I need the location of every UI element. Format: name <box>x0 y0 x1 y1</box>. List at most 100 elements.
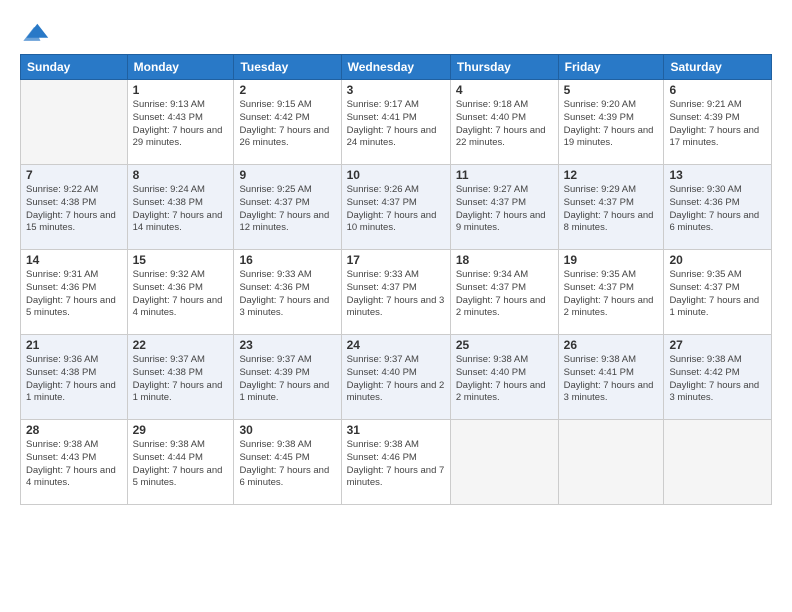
calendar-day-cell: 24 Sunrise: 9:37 AMSunset: 4:40 PMDayligh… <box>341 335 450 420</box>
day-number: 17 <box>347 253 445 267</box>
day-number: 10 <box>347 168 445 182</box>
day-detail: Sunrise: 9:37 AMSunset: 4:40 PMDaylight:… <box>347 354 445 405</box>
calendar-day-cell: 6 Sunrise: 9:21 AMSunset: 4:39 PMDaylight… <box>664 80 772 165</box>
day-detail: Sunrise: 9:24 AMSunset: 4:38 PMDaylight:… <box>133 184 229 235</box>
calendar-day-cell: 8Sunrise: 9:24 AMSunset: 4:38 PMDaylight… <box>127 165 234 250</box>
day-detail: Sunrise: 9:29 AMSunset: 4:37 PMDaylight:… <box>564 184 659 235</box>
day-number: 21 <box>26 338 122 352</box>
calendar-day-cell: 21 Sunrise: 9:36 AMSunset: 4:38 PMDayligh… <box>21 335 128 420</box>
day-detail: Sunrise: 9:26 AMSunset: 4:37 PMDaylight:… <box>347 184 445 235</box>
day-number: 24 <box>347 338 445 352</box>
calendar-week-row: 28Sunrise: 9:38 AMSunset: 4:43 PMDayligh… <box>21 420 772 505</box>
calendar-day-cell: 30 Sunrise: 9:38 AMSunset: 4:45 PMDayligh… <box>234 420 341 505</box>
day-detail: Sunrise: 9:38 AMSunset: 4:44 PMDaylight:… <box>133 439 229 490</box>
day-number: 16 <box>239 253 335 267</box>
day-number: 7 <box>26 168 122 182</box>
calendar-day-cell: 31 Sunrise: 9:38 AMSunset: 4:46 PMDayligh… <box>341 420 450 505</box>
day-detail: Sunrise: 9:38 AMSunset: 4:41 PMDaylight:… <box>564 354 659 405</box>
calendar-week-row: 1Sunrise: 9:13 AMSunset: 4:43 PMDaylight… <box>21 80 772 165</box>
calendar-day-cell: 10 Sunrise: 9:26 AMSunset: 4:37 PMDayligh… <box>341 165 450 250</box>
day-number: 18 <box>456 253 553 267</box>
day-number: 9 <box>239 168 335 182</box>
day-number: 26 <box>564 338 659 352</box>
day-detail: Sunrise: 9:38 AMSunset: 4:45 PMDaylight:… <box>239 439 335 490</box>
calendar-day-cell: 7 Sunrise: 9:22 AMSunset: 4:38 PMDaylight… <box>21 165 128 250</box>
calendar-day-cell: 17 Sunrise: 9:33 AMSunset: 4:37 PMDayligh… <box>341 250 450 335</box>
day-detail: Sunrise: 9:38 AMSunset: 4:46 PMDaylight:… <box>347 439 445 490</box>
calendar-day-cell: 9 Sunrise: 9:25 AMSunset: 4:37 PMDaylight… <box>234 165 341 250</box>
calendar-day-cell: 11Sunrise: 9:27 AMSunset: 4:37 PMDayligh… <box>450 165 558 250</box>
day-number: 20 <box>669 253 766 267</box>
calendar-day-cell: 22 Sunrise: 9:37 AMSunset: 4:38 PMDayligh… <box>127 335 234 420</box>
calendar-day-cell: 3 Sunrise: 9:17 AMSunset: 4:41 PMDaylight… <box>341 80 450 165</box>
day-detail: Sunrise: 9:35 AMSunset: 4:37 PMDaylight:… <box>564 269 659 320</box>
day-detail: Sunrise: 9:36 AMSunset: 4:38 PMDaylight:… <box>26 354 122 405</box>
day-detail: Sunrise: 9:30 AMSunset: 4:36 PMDaylight:… <box>669 184 766 235</box>
page: SundayMondayTuesdayWednesdayThursdayFrid… <box>0 0 792 612</box>
calendar-header-cell: Sunday <box>21 55 128 80</box>
calendar-week-row: 14Sunrise: 9:31 AMSunset: 4:36 PMDayligh… <box>21 250 772 335</box>
day-number: 23 <box>239 338 335 352</box>
header <box>20 16 772 44</box>
calendar-header-cell: Wednesday <box>341 55 450 80</box>
calendar-week-row: 21 Sunrise: 9:36 AMSunset: 4:38 PMDayligh… <box>21 335 772 420</box>
calendar-header-cell: Thursday <box>450 55 558 80</box>
day-detail: Sunrise: 9:21 AMSunset: 4:39 PMDaylight:… <box>669 99 766 150</box>
day-detail: Sunrise: 9:32 AMSunset: 4:36 PMDaylight:… <box>133 269 229 320</box>
day-detail: Sunrise: 9:22 AMSunset: 4:38 PMDaylight:… <box>26 184 122 235</box>
calendar-day-cell: 1Sunrise: 9:13 AMSunset: 4:43 PMDaylight… <box>127 80 234 165</box>
day-detail: Sunrise: 9:34 AMSunset: 4:37 PMDaylight:… <box>456 269 553 320</box>
calendar-body: 1Sunrise: 9:13 AMSunset: 4:43 PMDaylight… <box>21 80 772 505</box>
calendar-table: SundayMondayTuesdayWednesdayThursdayFrid… <box>20 54 772 505</box>
calendar-day-cell: 14Sunrise: 9:31 AMSunset: 4:36 PMDayligh… <box>21 250 128 335</box>
calendar-day-cell <box>21 80 128 165</box>
day-detail: Sunrise: 9:33 AMSunset: 4:36 PMDaylight:… <box>239 269 335 320</box>
calendar-day-cell: 28Sunrise: 9:38 AMSunset: 4:43 PMDayligh… <box>21 420 128 505</box>
calendar-day-cell: 25Sunrise: 9:38 AMSunset: 4:40 PMDayligh… <box>450 335 558 420</box>
day-detail: Sunrise: 9:15 AMSunset: 4:42 PMDaylight:… <box>239 99 335 150</box>
day-detail: Sunrise: 9:38 AMSunset: 4:42 PMDaylight:… <box>669 354 766 405</box>
calendar-day-cell: 23 Sunrise: 9:37 AMSunset: 4:39 PMDayligh… <box>234 335 341 420</box>
day-detail: Sunrise: 9:27 AMSunset: 4:37 PMDaylight:… <box>456 184 553 235</box>
calendar-day-cell: 13 Sunrise: 9:30 AMSunset: 4:36 PMDayligh… <box>664 165 772 250</box>
calendar-header-cell: Saturday <box>664 55 772 80</box>
calendar-day-cell: 27 Sunrise: 9:38 AMSunset: 4:42 PMDayligh… <box>664 335 772 420</box>
day-detail: Sunrise: 9:31 AMSunset: 4:36 PMDaylight:… <box>26 269 122 320</box>
day-number: 3 <box>347 83 445 97</box>
calendar-week-row: 7 Sunrise: 9:22 AMSunset: 4:38 PMDaylight… <box>21 165 772 250</box>
day-detail: Sunrise: 9:38 AMSunset: 4:40 PMDaylight:… <box>456 354 553 405</box>
day-number: 29 <box>133 423 229 437</box>
calendar-day-cell <box>664 420 772 505</box>
day-number: 13 <box>669 168 766 182</box>
day-detail: Sunrise: 9:37 AMSunset: 4:39 PMDaylight:… <box>239 354 335 405</box>
day-number: 15 <box>133 253 229 267</box>
calendar-day-cell: 2 Sunrise: 9:15 AMSunset: 4:42 PMDaylight… <box>234 80 341 165</box>
day-number: 31 <box>347 423 445 437</box>
calendar-header-cell: Tuesday <box>234 55 341 80</box>
day-number: 27 <box>669 338 766 352</box>
day-detail: Sunrise: 9:25 AMSunset: 4:37 PMDaylight:… <box>239 184 335 235</box>
calendar-day-cell: 16 Sunrise: 9:33 AMSunset: 4:36 PMDayligh… <box>234 250 341 335</box>
day-detail: Sunrise: 9:33 AMSunset: 4:37 PMDaylight:… <box>347 269 445 320</box>
day-detail: Sunrise: 9:35 AMSunset: 4:37 PMDaylight:… <box>669 269 766 320</box>
day-number: 30 <box>239 423 335 437</box>
day-detail: Sunrise: 9:13 AMSunset: 4:43 PMDaylight:… <box>133 99 229 150</box>
calendar-day-cell: 26 Sunrise: 9:38 AMSunset: 4:41 PMDayligh… <box>558 335 664 420</box>
day-number: 4 <box>456 83 553 97</box>
day-number: 2 <box>239 83 335 97</box>
day-number: 22 <box>133 338 229 352</box>
calendar-day-cell: 29 Sunrise: 9:38 AMSunset: 4:44 PMDayligh… <box>127 420 234 505</box>
calendar-day-cell: 15 Sunrise: 9:32 AMSunset: 4:36 PMDayligh… <box>127 250 234 335</box>
calendar-day-cell: 12Sunrise: 9:29 AMSunset: 4:37 PMDayligh… <box>558 165 664 250</box>
logo-icon <box>20 16 50 44</box>
day-number: 6 <box>669 83 766 97</box>
day-detail: Sunrise: 9:17 AMSunset: 4:41 PMDaylight:… <box>347 99 445 150</box>
day-number: 19 <box>564 253 659 267</box>
calendar-day-cell <box>558 420 664 505</box>
day-detail: Sunrise: 9:20 AMSunset: 4:39 PMDaylight:… <box>564 99 659 150</box>
day-number: 5 <box>564 83 659 97</box>
day-detail: Sunrise: 9:37 AMSunset: 4:38 PMDaylight:… <box>133 354 229 405</box>
calendar-day-cell: 18 Sunrise: 9:34 AMSunset: 4:37 PMDayligh… <box>450 250 558 335</box>
day-number: 28 <box>26 423 122 437</box>
calendar-header-cell: Friday <box>558 55 664 80</box>
